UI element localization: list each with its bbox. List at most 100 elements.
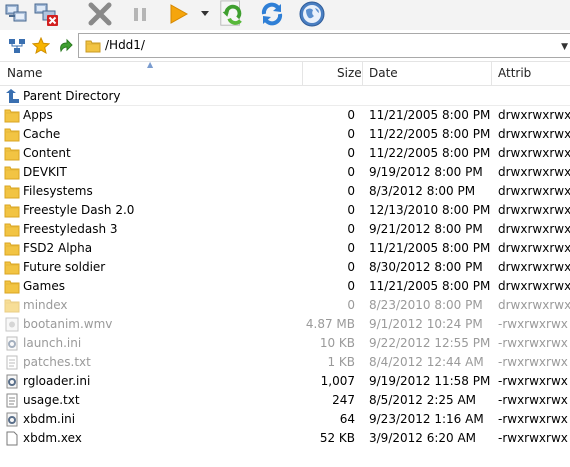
file-date: 8/3/2012 8:00 PM [369,184,476,198]
column-divider[interactable] [302,62,303,85]
pause-icon[interactable] [126,0,154,28]
file-date: 9/22/2012 12:55 PM [369,336,491,350]
folder-icon [4,108,20,123]
file-name: Future soldier [23,260,106,274]
folder-icon [4,241,20,256]
file-attrib: drwxrwxrwx [498,108,570,122]
file-name: patches.txt [23,355,91,369]
column-divider[interactable] [362,62,363,85]
file-date: 8/4/2012 12:44 AM [369,355,484,369]
text-file-icon [4,355,20,370]
folder-row[interactable]: Future soldier 0 8/30/2012 8:00 PM drwxrwxr… [0,258,570,277]
file-size: 0 [347,108,355,122]
network-connect-icon[interactable] [2,0,30,28]
file-name: Freestyle Dash 2.0 [23,203,135,217]
file-date: 9/21/2012 8:00 PM [369,222,483,236]
play-icon[interactable] [164,0,192,28]
file-size: 0 [347,260,355,274]
folder-row[interactable]: Games 0 11/21/2005 8:00 PM drwxrwxrwx [0,277,570,296]
dropdown-arrow-icon[interactable] [200,0,210,28]
column-date-header[interactable]: Date [369,62,398,85]
file-date: 9/19/2012 11:58 PM [369,374,491,388]
file-size: 10 KB [319,336,355,350]
globe-icon[interactable] [298,0,326,28]
file-date: 11/21/2005 8:00 PM [369,108,491,122]
file-attrib: drwxrwxrwx [498,241,570,255]
file-size: 0 [347,165,355,179]
file-date: 8/30/2012 8:00 PM [369,260,483,274]
file-size: 52 KB [319,431,355,445]
network-disconnect-icon[interactable] [32,0,60,28]
file-date: 8/5/2012 2:25 AM [369,393,477,407]
folder-row[interactable]: DEVKIT 0 9/19/2012 8:00 PM drwxrwxrwx [0,163,570,182]
refresh-green-icon[interactable] [218,0,246,28]
file-row[interactable]: rgloader.ini 1,007 9/19/2012 11:58 PM -rwxr… [0,372,570,391]
file-row[interactable]: launch.ini 10 KB 9/22/2012 12:55 PM -rwxrwx… [0,334,570,353]
folder-icon [85,38,101,56]
parent-directory-row[interactable]: Parent Directory [0,87,570,106]
file-row[interactable]: xbdm.ini 64 9/23/2012 1:16 AM -rwxrwxrwx [0,410,570,429]
folder-row[interactable]: Freestyle Dash 2.0 0 12/13/2010 8:00 PM drw… [0,201,570,220]
file-name: FSD2 Alpha [23,241,93,255]
favorites-star-icon[interactable] [32,37,50,55]
file-attrib: -rwxrwxrwx [498,355,568,369]
close-icon[interactable] [86,0,114,28]
file-size: 247 [332,393,355,407]
go-up-arrow-icon[interactable] [56,37,74,55]
path-text: /Hdd1/ [105,38,145,52]
file-attrib: drwxrwxrwx [498,298,570,312]
folder-icon [4,260,20,275]
file-attrib: drwxrwxrwx [498,260,570,274]
file-row[interactable]: xbdm.xex 52 KB 3/9/2012 6:20 AM -rwxrwxrwx [0,429,570,448]
file-name: usage.txt [23,393,80,407]
file-name: Content [23,146,71,160]
file-name: Filesystems [23,184,93,198]
file-size: 4.87 MB [305,317,355,331]
folder-icon [4,222,20,237]
file-name: launch.ini [23,336,82,350]
file-attrib: drwxrwxrwx [498,203,570,217]
folder-row[interactable]: Content 0 11/22/2005 8:00 PM drwxrwxrwx [0,144,570,163]
file-name: Apps [23,108,53,122]
folder-row[interactable]: mindex 0 8/23/2010 8:00 PM drwxrwxrwx [0,296,570,315]
file-name: xbdm.xex [23,431,82,445]
file-attrib: -rwxrwxrwx [498,431,568,445]
refresh-blue-icon[interactable] [258,0,286,28]
folder-row[interactable]: FSD2 Alpha 0 11/21/2005 8:00 PM drwxrwxrwx [0,239,570,258]
file-name: Games [23,279,65,293]
path-input[interactable]: /Hdd1/ ▼ [78,33,570,58]
folder-icon [4,146,20,161]
column-attrib-header[interactable]: Attrib [498,62,531,85]
sort-ascending-icon: ▲ [147,60,154,69]
chevron-down-icon[interactable]: ▼ [561,42,568,52]
column-header: ▲ Name Size Date Attrib [0,60,570,86]
config-file-icon [4,412,20,427]
folder-row[interactable]: Apps 0 11/21/2005 8:00 PM drwxrwxrwx [0,106,570,125]
folder-icon [4,184,20,199]
file-date: 11/22/2005 8:00 PM [369,127,491,141]
file-size: 0 [347,127,355,141]
file-attrib: -rwxrwxrwx [498,393,568,407]
file-row[interactable]: bootanim.wmv 4.87 MB 9/1/2012 10:24 PM -rwx… [0,315,570,334]
file-size: 0 [347,279,355,293]
file-attrib: drwxrwxrwx [498,127,570,141]
file-size: 0 [347,146,355,160]
network-tree-icon[interactable] [8,37,26,55]
config-file-icon [4,374,20,389]
file-row[interactable]: usage.txt 247 8/5/2012 2:25 AM -rwxrwxrwx [0,391,570,410]
file-name: rgloader.ini [23,374,91,388]
file-name: mindex [23,298,68,312]
file-date: 9/23/2012 1:16 AM [369,412,484,426]
parent-directory-icon [4,89,20,104]
address-bar: /Hdd1/ ▼ [0,33,570,58]
folder-row[interactable]: Filesystems 0 8/3/2012 8:00 PM drwxrwxrwx [0,182,570,201]
column-divider[interactable] [491,62,492,85]
file-attrib: -rwxrwxrwx [498,336,568,350]
file-date: 11/22/2005 8:00 PM [369,146,491,160]
folder-row[interactable]: Freestyledash 3 0 9/21/2012 8:00 PM drwxrwx… [0,220,570,239]
column-name-header[interactable]: Name [7,62,42,85]
file-date: 11/21/2005 8:00 PM [369,279,491,293]
folder-row[interactable]: Cache 0 11/22/2005 8:00 PM drwxrwxrwx [0,125,570,144]
column-size-header[interactable]: Size [337,62,362,85]
file-row[interactable]: patches.txt 1 KB 8/4/2012 12:44 AM -rwxrwxr… [0,353,570,372]
